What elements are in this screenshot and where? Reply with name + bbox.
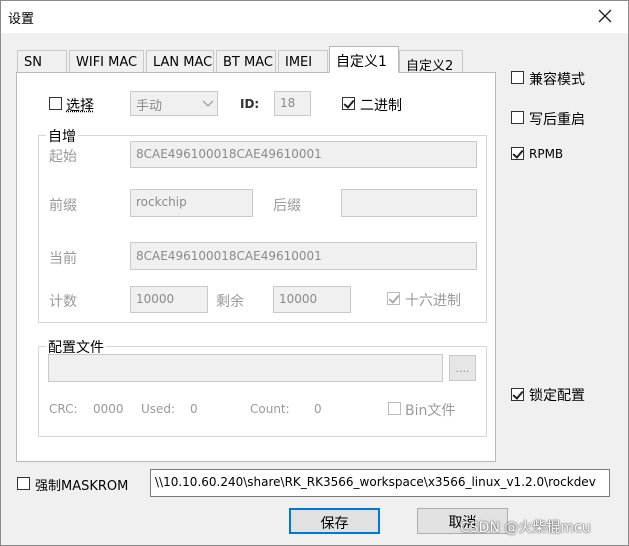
current-label: 当前 xyxy=(49,251,77,267)
tab-sn[interactable]: SN xyxy=(17,50,67,73)
force-maskrom-label: 强制MASKROM xyxy=(35,479,129,494)
dialog-title: 设置 xyxy=(8,12,35,27)
tab-custom-2[interactable]: 自定义2 xyxy=(399,50,463,74)
hex-checkbox[interactable] xyxy=(387,292,400,305)
bin-file-label: Bin文件 xyxy=(405,403,456,419)
remain-field[interactable]: 10000 xyxy=(273,286,351,313)
force-maskrom-checkbox[interactable] xyxy=(17,477,30,490)
mode-value: 手动 xyxy=(136,99,163,114)
title-bar xyxy=(1,1,628,33)
rpmb-label: RPMB xyxy=(529,147,564,161)
used-label: Used: xyxy=(141,402,176,416)
count-files-label: Count: xyxy=(250,402,290,416)
lock-config-checkbox[interactable] xyxy=(511,388,524,401)
rpmb-checkbox[interactable] xyxy=(511,147,524,160)
suffix-field[interactable] xyxy=(341,189,477,217)
chevron-down-icon xyxy=(202,100,214,107)
lock-config-label: 锁定配置 xyxy=(529,388,585,404)
binary-checkbox[interactable] xyxy=(342,97,355,110)
tab-custom-1[interactable]: 自定义1 xyxy=(329,46,399,73)
start-label: 起始 xyxy=(49,149,77,165)
tab-lan-mac[interactable]: LAN MAC xyxy=(146,50,214,73)
id-label: ID: xyxy=(240,97,260,111)
reboot-after-write-label: 写后重启 xyxy=(529,112,585,128)
watermark-text: CSDN @火柴棍mcu xyxy=(460,520,591,536)
reboot-after-write-checkbox[interactable] xyxy=(511,111,524,124)
tab-bt-mac[interactable]: BT MAC xyxy=(216,50,276,73)
crc-value: 0000 xyxy=(93,402,124,416)
bin-file-checkbox[interactable] xyxy=(388,402,401,415)
crc-label: CRC: xyxy=(49,402,78,416)
tab-wifi-mac[interactable]: WIFI MAC xyxy=(69,50,144,73)
close-icon[interactable] xyxy=(596,7,614,25)
prefix-field[interactable]: rockchip xyxy=(130,189,253,217)
current-field[interactable]: 8CAE496100018CAE49610001 xyxy=(130,242,477,270)
firmware-path-field[interactable]: \\10.10.60.240\share\RK_RK3566_workspace… xyxy=(150,469,610,497)
start-field[interactable]: 8CAE496100018CAE49610001 xyxy=(130,141,477,168)
browse-button[interactable]: .... xyxy=(449,355,476,381)
select-checkbox[interactable] xyxy=(49,97,62,110)
count-field[interactable]: 10000 xyxy=(130,286,208,313)
binary-label: 二进制 xyxy=(360,98,402,114)
hex-label: 十六进制 xyxy=(405,293,461,309)
remain-label: 剩余 xyxy=(216,294,244,310)
config-file-path-field[interactable] xyxy=(48,354,443,382)
suffix-label: 后缀 xyxy=(273,198,301,214)
increment-group-label: 自增 xyxy=(46,126,78,146)
prefix-label: 前缀 xyxy=(49,198,77,214)
compat-mode-label: 兼容模式 xyxy=(529,72,585,88)
used-value: 0 xyxy=(190,402,198,416)
count-label: 计数 xyxy=(49,294,77,310)
tab-imei[interactable]: IMEI xyxy=(278,50,328,73)
save-button[interactable]: 保存 xyxy=(289,508,380,534)
select-label: 选择 xyxy=(66,98,94,114)
mode-dropdown[interactable]: 手动 xyxy=(130,91,218,116)
count-files-value: 0 xyxy=(314,402,322,416)
compat-mode-checkbox[interactable] xyxy=(511,71,524,84)
id-field[interactable]: 18 xyxy=(274,91,311,116)
